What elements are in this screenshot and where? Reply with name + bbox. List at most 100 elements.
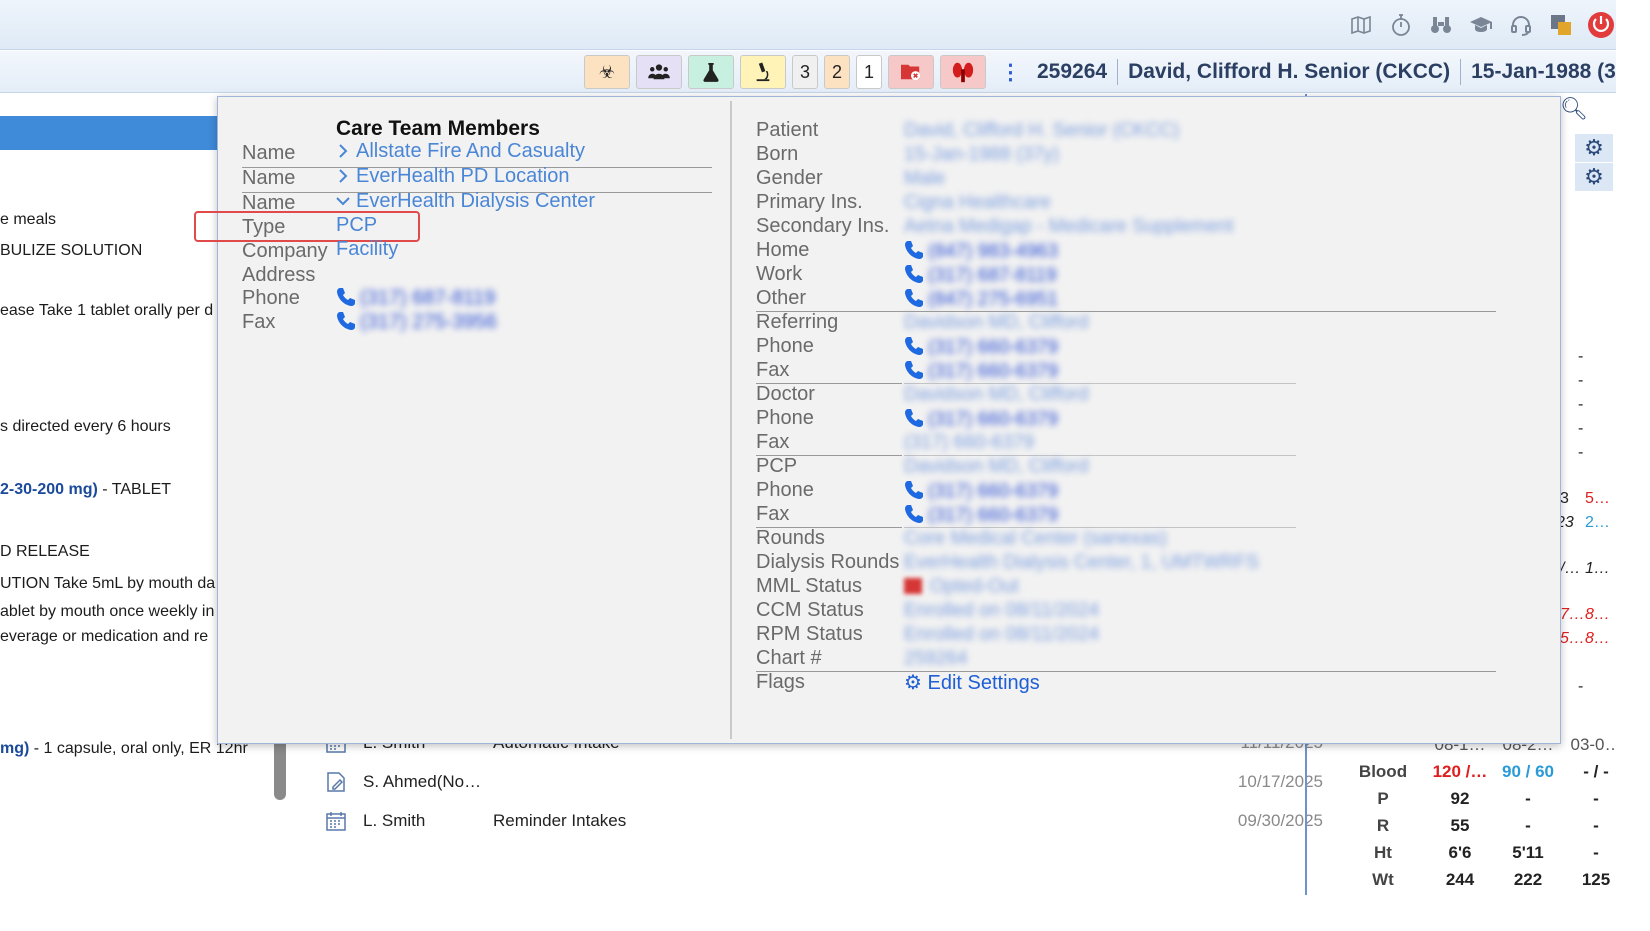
detail-value: Cigna Healthcare xyxy=(904,192,1051,214)
patient-id[interactable]: 259264 xyxy=(1037,60,1107,84)
dash-value: - xyxy=(1578,348,1584,365)
search-icon[interactable]: 🔍︎ xyxy=(1560,96,1588,122)
vital-fragment: /… xyxy=(1560,560,1581,577)
microscope-icon[interactable] xyxy=(740,55,786,89)
section-divider xyxy=(756,311,1496,312)
detail-value[interactable]: (317) 660-6379 xyxy=(904,480,1058,503)
detail-value[interactable]: (317) 660-6379 xyxy=(904,336,1058,359)
detail-label: Chart # xyxy=(756,647,822,669)
toolbar-icons xyxy=(1348,12,1614,38)
vitals-label: Ht xyxy=(1374,843,1392,862)
list-item[interactable]: L. Smith Reminder Intakes 09/30/2025 xyxy=(325,804,1323,838)
med-form: - TABLET xyxy=(97,481,172,498)
detail-label: Patient xyxy=(756,119,819,141)
member-phone[interactable]: (317) 687-8119 xyxy=(336,287,495,310)
detail-label: Gender xyxy=(756,167,823,189)
flask-icon[interactable] xyxy=(688,55,734,89)
med-name[interactable]: mg) xyxy=(0,740,29,757)
list-item[interactable]: S. Ahmed(No… 10/17/2025 xyxy=(325,765,1323,799)
gear-icon[interactable]: ⚙ xyxy=(1575,163,1613,191)
detail-value-text: Aetna Medigap - Medicare Supplement xyxy=(904,216,1234,237)
vitals-value: 6'6 xyxy=(1448,843,1472,862)
detail-value-text: Cigna Healthcare xyxy=(904,192,1051,213)
detail-value-text: Opted-Out xyxy=(930,576,1019,597)
biohazard-icon[interactable]: ☣ xyxy=(584,55,630,89)
phone-icon xyxy=(337,288,355,306)
care-team-label: Company xyxy=(242,240,328,262)
vitals-value: - xyxy=(1525,816,1531,835)
graduation-cap-icon[interactable] xyxy=(1468,12,1494,38)
phone-icon xyxy=(905,289,923,307)
detail-value: 15-Jan-1988 (37y) xyxy=(904,144,1059,166)
group-icon[interactable] xyxy=(636,55,682,89)
detail-value[interactable]: (317) 660-6379 xyxy=(904,360,1058,383)
care-team-member[interactable]: EverHealth Dialysis Center xyxy=(336,190,595,213)
detail-value: David, Clifford H. Senior (CKCC) xyxy=(904,120,1179,142)
dash-value: - xyxy=(1578,396,1584,413)
vitals-row-resp: R 55 - - xyxy=(1340,812,1630,840)
count-badge-1[interactable]: 3 xyxy=(792,55,818,89)
chevron-right-icon xyxy=(339,144,348,158)
count-badge-3[interactable]: 1 xyxy=(856,55,882,89)
calendar-icon xyxy=(326,812,346,831)
status-flag-icon xyxy=(904,578,922,594)
vitals-value: 222 xyxy=(1513,870,1543,889)
detail-value: Core Medical Center (sanexas) xyxy=(904,528,1167,550)
separator xyxy=(1460,59,1462,85)
detail-label: Phone xyxy=(756,335,814,357)
vitals-label: P xyxy=(1377,789,1389,808)
folder-alert-icon[interactable] xyxy=(888,55,934,89)
detail-label: CCM Status xyxy=(756,599,864,621)
detail-value-text: 15-Jan-1988 (37y) xyxy=(904,144,1060,165)
vitals-value: 55 xyxy=(1450,816,1470,835)
separator xyxy=(1117,59,1119,85)
patient-name[interactable]: David, Clifford H. Senior (CKCC) xyxy=(1128,60,1450,84)
vital-fragment: 7… xyxy=(1560,606,1585,623)
power-icon[interactable] xyxy=(1588,12,1614,38)
binoculars-icon[interactable] xyxy=(1428,12,1454,38)
detail-value[interactable]: (317) 687-8119 xyxy=(904,264,1057,287)
detail-value: (317) 660-6379 xyxy=(904,432,1034,454)
med-name[interactable]: 2-30-200 mg) xyxy=(0,481,98,498)
detail-value-text: (317) 687-8119 xyxy=(928,265,1057,286)
detail-label: Fax xyxy=(756,359,790,381)
care-team-member[interactable]: EverHealth PD Location xyxy=(336,165,569,188)
detail-label: Rounds xyxy=(756,527,825,549)
care-team-member[interactable]: Allstate Fire And Casualty xyxy=(336,140,585,163)
chevron-down-icon xyxy=(336,197,350,206)
detail-value: 259264 xyxy=(904,648,967,670)
translate-icon[interactable] xyxy=(1548,12,1574,38)
detail-value: Davidson MD, Clifford xyxy=(904,312,1088,334)
vitals-value: 120 /… xyxy=(1432,762,1488,781)
kidney-icon[interactable] xyxy=(940,55,986,89)
detail-label: Doctor xyxy=(756,383,815,405)
chevron-right-icon xyxy=(339,169,348,183)
detail-value: Davidson MD, Clifford xyxy=(904,384,1088,406)
detail-value-text: (847) 275-6951 xyxy=(928,289,1058,310)
gear-icon[interactable]: ⚙ xyxy=(1575,134,1613,162)
edit-settings-link[interactable]: ⚙ Edit Settings xyxy=(904,670,1040,695)
detail-label: Fax xyxy=(756,431,790,453)
detail-value[interactable]: (317) 660-6379 xyxy=(904,504,1058,527)
member-phone-value: (317) 687-8119 xyxy=(360,287,496,309)
detail-value-text: (317) 660-6379 xyxy=(928,481,1058,502)
phone-icon xyxy=(337,312,355,330)
detail-value[interactable]: (847) 983-4963 xyxy=(904,240,1058,263)
kebab-menu-icon[interactable]: ⋮ xyxy=(1000,60,1021,85)
author: L. Smith xyxy=(363,811,426,830)
stopwatch-icon[interactable] xyxy=(1388,12,1414,38)
detail-value[interactable]: (847) 275-6951 xyxy=(904,288,1058,311)
map-icon[interactable] xyxy=(1348,12,1374,38)
vitals-value: 92 xyxy=(1450,789,1470,808)
member-company[interactable]: Facility xyxy=(336,238,398,261)
vital-fragment: 1… xyxy=(1585,560,1610,577)
vitals-label: Blood xyxy=(1358,762,1408,781)
detail-value[interactable]: (317) 660-6379 xyxy=(904,408,1058,431)
member-fax[interactable]: (317) 275-3956 xyxy=(336,311,497,334)
edit-settings-label: Edit Settings xyxy=(927,672,1040,694)
detail-label: Phone xyxy=(756,407,814,429)
detail-label: Work xyxy=(756,263,803,285)
count-badge-2[interactable]: 2 xyxy=(824,55,850,89)
headset-icon[interactable] xyxy=(1508,12,1534,38)
gear-icon: ⚙ xyxy=(904,672,922,694)
